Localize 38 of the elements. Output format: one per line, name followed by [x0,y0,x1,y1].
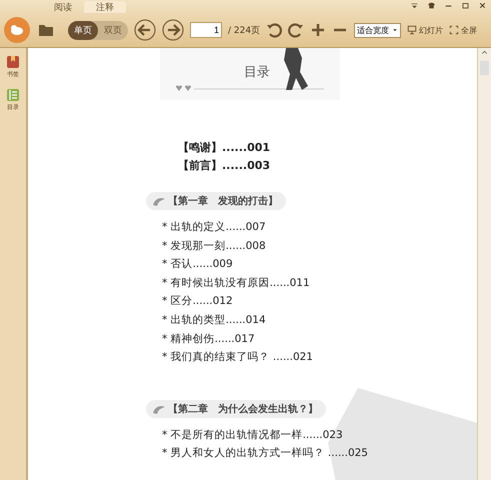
tab[interactable]: 阅读 [42,1,84,13]
chapter-heading[interactable]: 【第一章 发现的打击】 [146,192,286,210]
folder-icon[interactable] [36,22,56,38]
page-number-field[interactable]: 1 [190,22,222,38]
caret-icon [392,27,398,33]
toc-entry[interactable]: * 男人和女人的出轨方式一样吗？ ......025 [162,444,368,463]
view-mode-button[interactable]: 双页 [98,20,128,40]
shirt-icon[interactable] [427,1,436,10]
rotate-left-icon[interactable] [266,22,282,38]
tab[interactable]: 注释 [84,1,126,13]
rotate-right-icon[interactable] [288,22,304,38]
toc-entry[interactable]: 【前言】......003 [178,158,477,173]
toc-entry[interactable]: * 否认......009 [162,255,233,274]
toc-entry[interactable]: * 出轨的定义......007 [162,218,266,237]
view-mode-button[interactable]: 单页 [68,20,98,40]
toc-entry[interactable]: * 发现那一刻......008 [162,236,266,256]
toc-entry[interactable]: * 出轨的类型......014 [162,310,266,330]
book-icon [5,54,21,70]
toc-entry[interactable]: * 不是所有的出轨情况都一样......023 [162,426,343,444]
maximize-icon[interactable] [461,1,470,10]
close-icon[interactable] [478,1,487,10]
leaf-icon [152,196,166,206]
toc-entry[interactable]: 【鸣谢】......001 [178,140,477,155]
toc-entry[interactable]: * 我们真的结束了吗？ ......021 [162,348,313,367]
dropdown-icon[interactable] [410,1,419,10]
fullscreen-button[interactable]: 全屏 [449,22,478,38]
chapter-heading[interactable]: 【第二章 为什么会发生出轨？】 [146,400,326,418]
toc-entry[interactable]: * 区分......012 [162,292,233,311]
page-count: / 224页 [228,24,260,36]
app-logo[interactable] [4,17,30,43]
leaf-icon [152,404,166,414]
list-icon [5,87,21,103]
toc-entry[interactable]: * 有时候出轨没有原因......011 [162,274,310,292]
zoom-in-icon[interactable] [310,22,326,38]
slideshow-button[interactable]: 幻灯片 [407,22,444,38]
toc-entry[interactable]: * 精神创伤......017 [162,330,255,348]
zoom-mode-dropdown[interactable]: 适合宽度 [354,22,402,38]
page-title: 目录 [244,64,270,81]
